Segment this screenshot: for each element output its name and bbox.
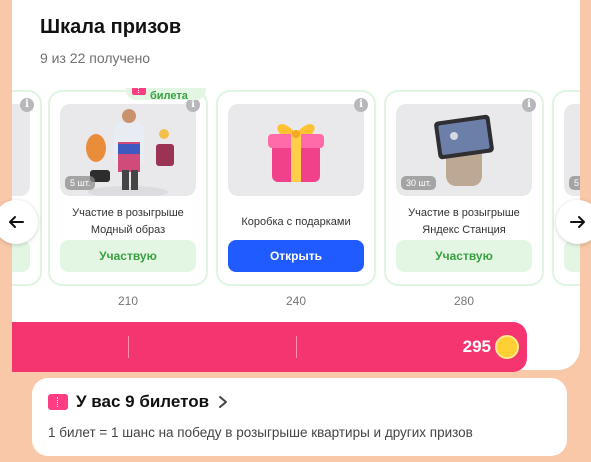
participate-button[interactable] bbox=[564, 240, 580, 272]
tickets-count-title: У вас 9 билетов bbox=[76, 392, 210, 411]
prize-carousel: i +2 билета 5 шт. i Участ bbox=[12, 88, 580, 316]
milestone-points: 210 bbox=[117, 294, 139, 308]
prize-card-partial-left[interactable]: i bbox=[12, 90, 42, 286]
open-button[interactable]: Открыть bbox=[228, 240, 364, 272]
prize-image-fashion: 5 шт. bbox=[60, 104, 196, 196]
prize-image-gift-box bbox=[228, 104, 364, 196]
ticket-bonus-badge: +2 билета bbox=[126, 88, 206, 102]
participate-button[interactable]: Участвую bbox=[396, 240, 532, 272]
prize-card-fashion[interactable]: +2 билета 5 шт. i Участие в розыгрыше Мо… bbox=[48, 88, 208, 286]
prize-card-yandex-station[interactable]: 30 шт. i Участие в розыгрыше Яндекс Стан… bbox=[384, 90, 544, 286]
coin-icon bbox=[495, 335, 519, 359]
participate-button[interactable] bbox=[12, 240, 30, 272]
ticket-icon bbox=[48, 394, 68, 410]
prize-quantity: 30 шт. bbox=[401, 176, 437, 190]
ticket-bonus-label: +2 билета bbox=[150, 88, 188, 102]
prize-image bbox=[12, 104, 30, 196]
prize-title: Коробка с подарками bbox=[241, 215, 351, 228]
milestone-points: 240 bbox=[285, 294, 307, 308]
tickets-description: 1 билет = 1 шанс на победу в розыгрыше к… bbox=[48, 425, 473, 440]
chevron-right-icon bbox=[219, 396, 228, 408]
info-icon[interactable]: i bbox=[20, 98, 34, 112]
participate-button[interactable]: Участвую bbox=[60, 240, 196, 272]
info-icon[interactable]: i bbox=[522, 98, 536, 112]
ticket-icon bbox=[132, 88, 146, 95]
prize-card-gift-box[interactable]: i Коробка с подарками Открыть bbox=[216, 90, 376, 286]
prize-quantity: 5 шт. bbox=[65, 176, 96, 190]
arrow-left-icon bbox=[9, 216, 24, 228]
milestone-points: 280 bbox=[453, 294, 475, 308]
prize-image: 5 шт. bbox=[564, 104, 580, 196]
page-title: Шкала призов bbox=[40, 16, 182, 38]
prize-title: Участие в розыгрыше Яндекс Станция bbox=[408, 207, 520, 236]
prize-card-partial-right[interactable]: 5 шт. bbox=[552, 90, 580, 286]
prize-title: Участие в розыгрыше Модный образ bbox=[72, 207, 184, 236]
prize-quantity: 5 шт. bbox=[569, 176, 580, 190]
progress-tick bbox=[296, 336, 297, 358]
arrow-right-icon bbox=[570, 216, 585, 228]
points-value: 295 bbox=[462, 337, 491, 356]
prizes-received-count: 9 из 22 получено bbox=[40, 50, 151, 66]
tickets-info-card[interactable]: У вас 9 билетов 1 билет = 1 шанс на побе… bbox=[32, 378, 567, 456]
prize-image-yandex-station: 30 шт. bbox=[396, 104, 532, 196]
points-progress-bar: 295 bbox=[12, 322, 527, 372]
gift-box-illustration bbox=[268, 124, 324, 182]
progress-tick bbox=[128, 336, 129, 358]
tickets-header[interactable]: У вас 9 билетов bbox=[48, 392, 229, 412]
info-icon[interactable]: i bbox=[354, 98, 368, 112]
